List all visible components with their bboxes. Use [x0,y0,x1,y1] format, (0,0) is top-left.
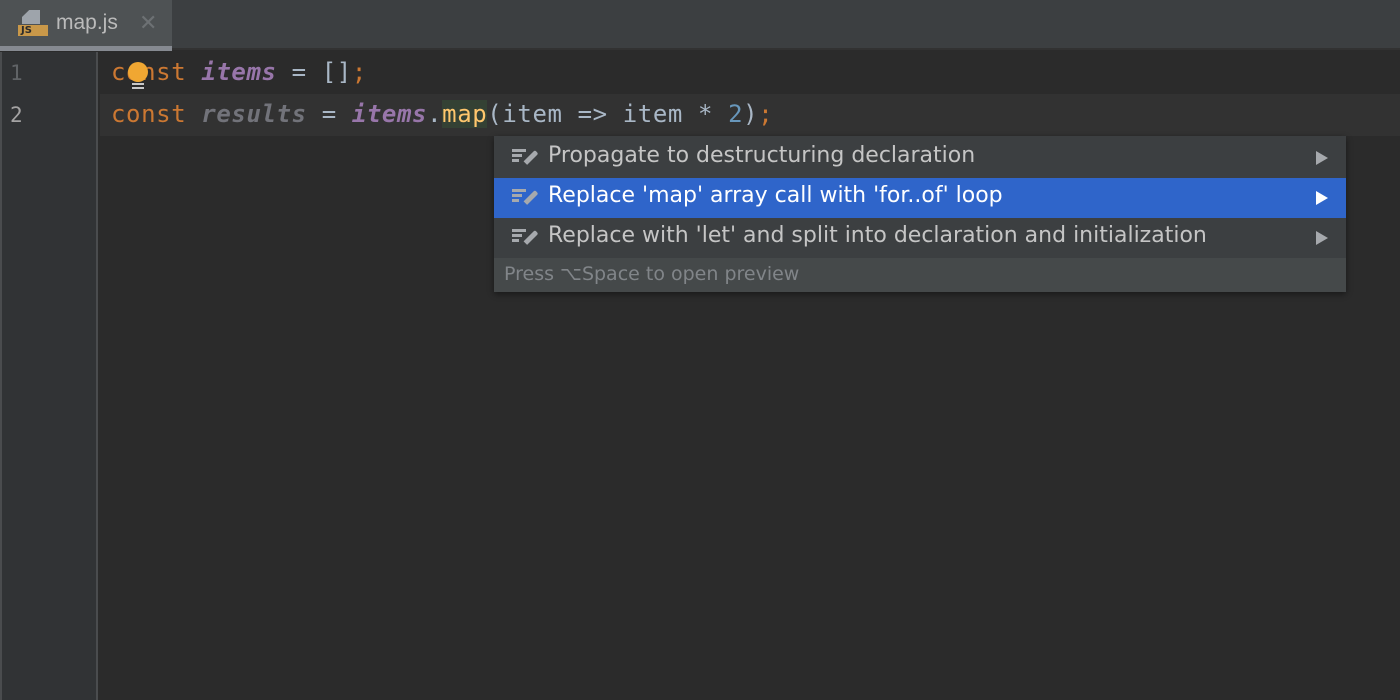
tab-title: map.js [56,11,118,34]
intention-actions-popup: Propagate to destructuring declaration R… [494,136,1346,292]
variable-items: items [201,58,277,86]
variable-results: results [201,100,307,128]
intention-edit-icon [512,228,539,248]
lightbulb-icon[interactable] [128,62,148,92]
submenu-arrow-icon[interactable] [1316,151,1328,165]
preview-hint: Press ⌥Space to open preview [504,263,800,285]
line-number-gutter [0,52,98,700]
intention-edit-icon [512,148,539,168]
popup-item-label: Replace 'map' array call with 'for..of' … [548,183,1003,208]
popup-item-propagate-destructuring[interactable]: Propagate to destructuring declaration [494,138,1346,178]
submenu-arrow-icon[interactable] [1316,231,1328,245]
close-icon[interactable]: ✕ [139,12,157,34]
intention-edit-icon [512,188,539,208]
popup-item-replace-with-let[interactable]: Replace with 'let' and split into declar… [494,218,1346,258]
line-number-current: 2 [10,103,23,127]
keyword-const: const [111,58,187,86]
submenu-arrow-icon[interactable] [1316,191,1328,205]
popup-item-replace-map-with-for-of[interactable]: Replace 'map' array call with 'for..of' … [494,178,1346,218]
tab-map-js[interactable]: JS map.js ✕ [0,0,172,51]
code-line-2[interactable]: const results = items.map(item => item *… [111,100,773,128]
method-map-highlighted: map [442,100,488,128]
javascript-file-icon: JS [18,10,48,40]
popup-item-label: Propagate to destructuring declaration [548,143,976,168]
keyword-const: const [111,100,187,128]
editor-tab-bar: JS map.js ✕ [0,0,1400,51]
code-line-1[interactable]: const items = []; [111,58,367,86]
popup-footer: Press ⌥Space to open preview [494,258,1346,292]
popup-item-label: Replace with 'let' and split into declar… [548,223,1207,248]
number-literal: 2 [728,100,744,128]
line-number: 1 [10,61,23,85]
active-tab-indicator [0,46,172,51]
variable-items: items [351,100,428,128]
